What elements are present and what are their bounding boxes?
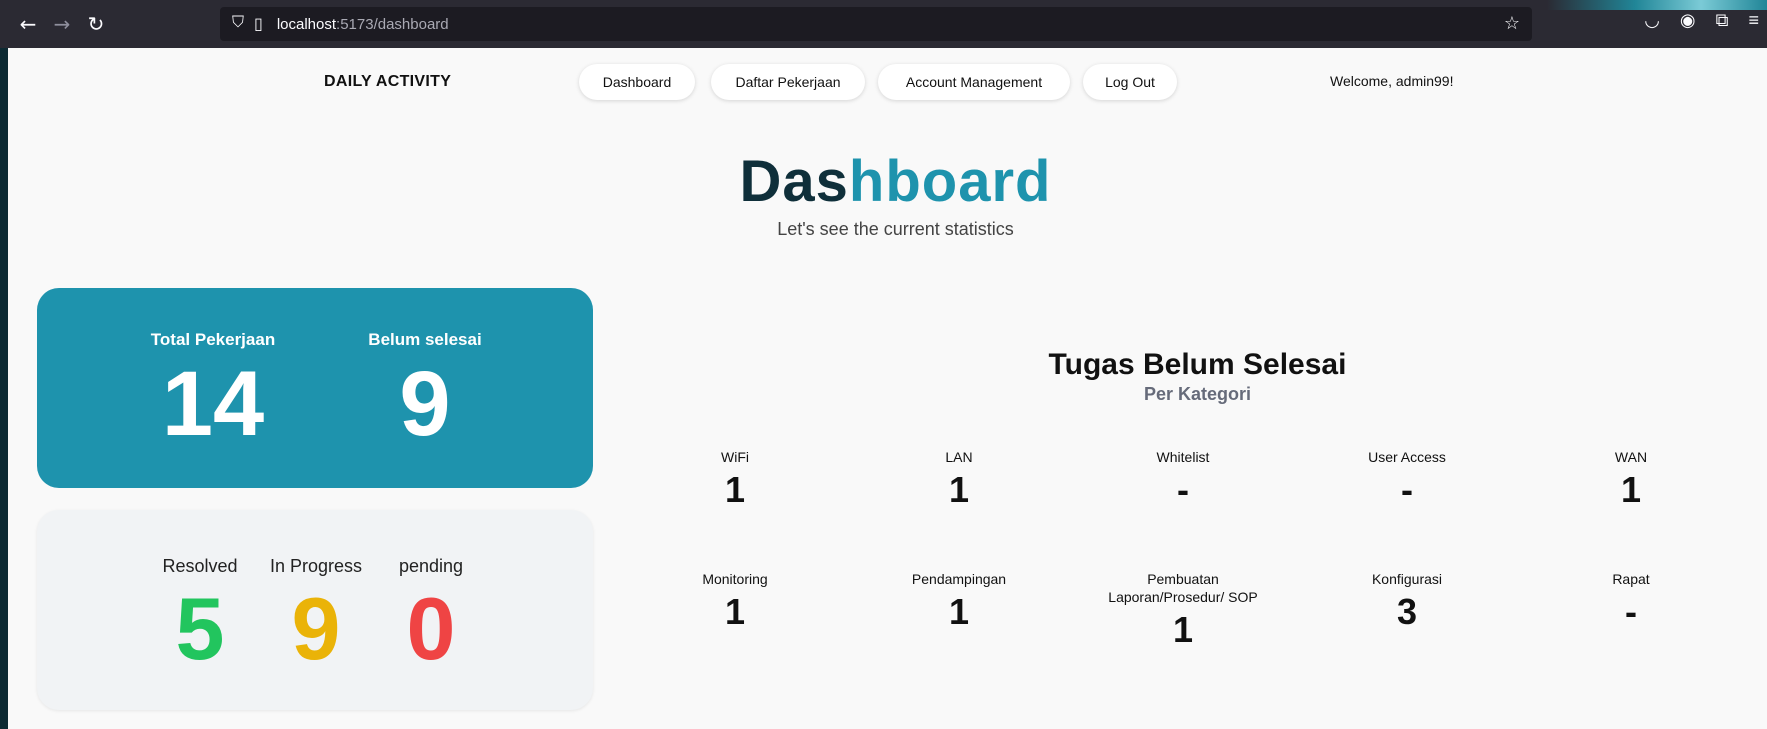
page-title-accent: hboard [848,149,1052,214]
category-item-rapat: Rapat - [1516,570,1746,630]
category-label: Monitoring [702,571,768,587]
pending-label: pending [398,556,464,576]
category-label: User Access [1368,449,1446,465]
category-label: Pendampingan [911,571,1007,587]
category-item-wan: WAN 1 [1516,448,1746,508]
category-item-lan: LAN 1 [844,448,1074,508]
category-value: 1 [724,591,746,632]
summary-card: Total Pekerjaan 14 Belum selesai 9 [37,288,593,488]
category-item-monitoring: Monitoring 1 [620,570,850,630]
category-label: Whitelist [1156,449,1210,465]
resolved-stat: Resolved 5 [140,556,260,673]
category-item-wifi: WiFi 1 [620,448,850,508]
star-icon[interactable]: ☆ [1504,13,1520,34]
category-value: 1 [724,469,746,510]
category-value: 1 [1620,469,1642,510]
category-value: 1 [948,469,970,510]
extensions-icon[interactable]: ⧉ [1716,10,1729,31]
inprogress-stat: In Progress 9 [256,556,376,673]
category-value: - [1401,469,1413,510]
unfinished-value: 9 [399,353,451,455]
resolved-value: 5 [175,579,225,678]
category-item-pendampingan: Pendampingan 1 [844,570,1074,630]
category-item-pembuatan-laporan: Pembuatan Laporan/Prosedur/ SOP 1 [1068,570,1298,648]
category-value: - [1625,591,1637,632]
top-navigation: DAILY ACTIVITY Dashboard Daftar Pekerjaa… [8,62,1767,102]
unfinished-stat: Belum selesai 9 [325,330,525,450]
shield-icon[interactable]: ⛉ [232,14,244,34]
page-icon[interactable]: ▯ [254,14,263,34]
nav-dashboard-button[interactable]: Dashboard [579,64,695,100]
resolved-label: Resolved [162,556,238,576]
page-title-dark: Das [739,149,849,214]
pending-stat: pending 0 [371,556,491,673]
desktop-background-strip [1547,0,1767,10]
account-icon[interactable]: ◉ [1680,10,1696,31]
browser-toolbar: ← → ↻ ⛉ ▯ localhost:5173/dashboard ☆ ◡ ◉… [0,0,1767,48]
url-host: localhost [276,15,337,33]
url-path: :5173/dashboard [336,15,449,33]
category-label: Rapat [1612,571,1650,587]
category-value: 3 [1396,591,1418,632]
status-card: Resolved 5 In Progress 9 pending 0 [37,510,593,710]
total-stat: Total Pekerjaan 14 [113,330,313,450]
category-value: 1 [948,591,970,632]
welcome-text: Welcome, admin99! [1330,73,1454,89]
category-value: 1 [1172,609,1194,650]
category-item-user-access: User Access - [1292,448,1522,508]
unfinished-label: Belum selesai [368,330,482,349]
nav-account-management-button[interactable]: Account Management [878,64,1070,100]
category-label: WiFi [721,449,749,465]
dashboard-page: DAILY ACTIVITY Dashboard Daftar Pekerjaa… [8,48,1767,729]
category-label: Konfigurasi [1371,571,1443,587]
category-label: Pembuatan Laporan/Prosedur/ SOP [1108,571,1258,605]
nav-logout-button[interactable]: Log Out [1083,64,1177,100]
category-subtitle: Per Kategori [1143,384,1252,404]
category-label: LAN [945,449,973,465]
reload-icon[interactable]: ↻ [82,10,110,38]
forward-icon[interactable]: → [48,10,76,38]
back-icon[interactable]: ← [14,10,42,38]
category-title: Tugas Belum Selesai [1048,348,1347,381]
inprogress-label: In Progress [269,556,363,576]
category-item-whitelist: Whitelist - [1068,448,1298,508]
inprogress-value: 9 [291,579,341,678]
page-title: Dashboard [8,148,1767,215]
pocket-icon[interactable]: ◡ [1644,10,1660,31]
page-subtitle: Let's see the current statistics [777,219,1014,239]
category-value: - [1177,469,1189,510]
category-item-konfigurasi: Konfigurasi 3 [1292,570,1522,630]
brand-logo[interactable]: DAILY ACTIVITY [324,73,451,91]
address-bar[interactable]: ⛉ ▯ localhost:5173/dashboard ☆ [220,7,1532,41]
nav-daftar-pekerjaan-button[interactable]: Daftar Pekerjaan [711,64,865,100]
total-label: Total Pekerjaan [150,330,276,349]
category-label: WAN [1614,449,1648,465]
pending-value: 0 [406,579,456,678]
total-value: 14 [161,353,265,455]
menu-icon[interactable]: ≡ [1748,10,1759,31]
